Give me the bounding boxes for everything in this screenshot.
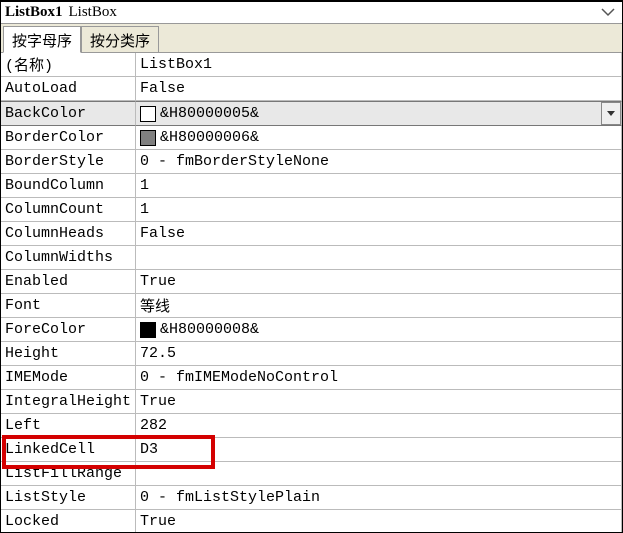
property-row[interactable]: EnabledTrue	[1, 270, 622, 294]
property-value: 等线	[140, 295, 170, 316]
property-name: IMEMode	[1, 366, 136, 390]
property-value-cell[interactable]: &H80000008&	[136, 318, 622, 342]
property-value-cell[interactable]: D3	[136, 438, 622, 462]
property-value-cell[interactable]: &H80000005&	[136, 101, 622, 126]
property-row[interactable]: IMEMode0 - fmIMEModeNoControl	[1, 366, 622, 390]
property-value: ListBox1	[140, 56, 212, 73]
property-row[interactable]: Left282	[1, 414, 622, 438]
property-name: (名称)	[1, 53, 136, 77]
property-value: 1	[140, 177, 149, 194]
property-value: &H80000008&	[160, 321, 259, 338]
property-row[interactable]: LinkedCellD3	[1, 438, 622, 462]
property-name: ColumnWidths	[1, 246, 136, 270]
property-value: True	[140, 273, 176, 290]
property-value-cell[interactable]: False	[136, 222, 622, 246]
titlebar: ListBox1 ListBox	[1, 2, 622, 24]
object-type: ListBox	[69, 4, 117, 21]
property-value: 0 - fmIMEModeNoControl	[140, 369, 338, 386]
property-row[interactable]: IntegralHeightTrue	[1, 390, 622, 414]
property-value-cell[interactable]: False	[136, 77, 622, 101]
property-name: ColumnCount	[1, 198, 136, 222]
property-name: ColumnHeads	[1, 222, 136, 246]
property-grid: (名称)ListBox1AutoLoadFalseBackColor&H8000…	[1, 53, 622, 532]
property-value-cell[interactable]: ListBox1	[136, 53, 622, 77]
property-row[interactable]: BorderStyle0 - fmBorderStyleNone	[1, 150, 622, 174]
property-row[interactable]: ListStyle0 - fmListStylePlain	[1, 486, 622, 510]
property-value-cell[interactable]: 1	[136, 174, 622, 198]
property-row[interactable]: (名称)ListBox1	[1, 53, 622, 77]
property-value-cell[interactable]: 等线	[136, 294, 622, 318]
property-name: AutoLoad	[1, 77, 136, 101]
tab-categorized[interactable]: 按分类序	[81, 26, 159, 52]
tab-bar: 按字母序 按分类序	[1, 24, 622, 53]
property-value-cell[interactable]: 72.5	[136, 342, 622, 366]
property-name: BackColor	[1, 101, 136, 126]
property-value-cell[interactable]	[136, 462, 622, 486]
property-name: BorderColor	[1, 126, 136, 150]
dropdown-button[interactable]	[601, 102, 621, 125]
property-value: D3	[140, 441, 158, 458]
property-row[interactable]: AutoLoadFalse	[1, 77, 622, 101]
object-name: ListBox1	[5, 4, 63, 21]
property-name: Locked	[1, 510, 136, 532]
property-name: ListFillRange	[1, 462, 136, 486]
property-name: ForeColor	[1, 318, 136, 342]
property-name: Left	[1, 414, 136, 438]
property-value-cell[interactable]: 0 - fmBorderStyleNone	[136, 150, 622, 174]
property-name: Font	[1, 294, 136, 318]
property-row[interactable]: LockedTrue	[1, 510, 622, 532]
property-row[interactable]: ColumnWidths	[1, 246, 622, 270]
property-name: Height	[1, 342, 136, 366]
property-grid-wrap: (名称)ListBox1AutoLoadFalseBackColor&H8000…	[1, 53, 622, 532]
property-value: 0 - fmListStylePlain	[140, 489, 320, 506]
property-value-cell[interactable]: True	[136, 270, 622, 294]
property-value: 72.5	[140, 345, 176, 362]
collapse-icon[interactable]	[600, 7, 616, 19]
property-row[interactable]: ListFillRange	[1, 462, 622, 486]
property-value: 1	[140, 201, 149, 218]
property-row[interactable]: ColumnCount1	[1, 198, 622, 222]
property-value: True	[140, 513, 176, 530]
property-name: BoundColumn	[1, 174, 136, 198]
property-value-cell[interactable]: 0 - fmIMEModeNoControl	[136, 366, 622, 390]
properties-window: ListBox1 ListBox 按字母序 按分类序 (名称)ListBox1A…	[0, 0, 623, 533]
property-value-cell[interactable]: True	[136, 510, 622, 532]
property-row[interactable]: BorderColor&H80000006&	[1, 126, 622, 150]
property-row[interactable]: Font等线	[1, 294, 622, 318]
property-value-cell[interactable]	[136, 246, 622, 270]
property-value-cell[interactable]: 1	[136, 198, 622, 222]
property-value: &H80000006&	[160, 129, 259, 146]
property-name: BorderStyle	[1, 150, 136, 174]
color-swatch	[140, 322, 156, 338]
property-row[interactable]: Height72.5	[1, 342, 622, 366]
property-value-cell[interactable]: 0 - fmListStylePlain	[136, 486, 622, 510]
color-swatch	[140, 130, 156, 146]
property-name: Enabled	[1, 270, 136, 294]
property-value-cell[interactable]: 282	[136, 414, 622, 438]
property-name: ListStyle	[1, 486, 136, 510]
color-swatch	[140, 106, 156, 122]
property-name: IntegralHeight	[1, 390, 136, 414]
property-name: LinkedCell	[1, 438, 136, 462]
property-row[interactable]: BackColor&H80000005&	[1, 101, 622, 126]
property-row[interactable]: BoundColumn1	[1, 174, 622, 198]
property-value: 282	[140, 417, 167, 434]
property-value-cell[interactable]: True	[136, 390, 622, 414]
property-value-cell[interactable]: &H80000006&	[136, 126, 622, 150]
property-value: True	[140, 393, 176, 410]
property-row[interactable]: ForeColor&H80000008&	[1, 318, 622, 342]
tab-alphabetic[interactable]: 按字母序	[3, 26, 81, 53]
property-value: &H80000005&	[160, 105, 259, 122]
property-value: False	[140, 225, 185, 242]
property-value: False	[140, 80, 185, 97]
property-row[interactable]: ColumnHeadsFalse	[1, 222, 622, 246]
property-value: 0 - fmBorderStyleNone	[140, 153, 329, 170]
